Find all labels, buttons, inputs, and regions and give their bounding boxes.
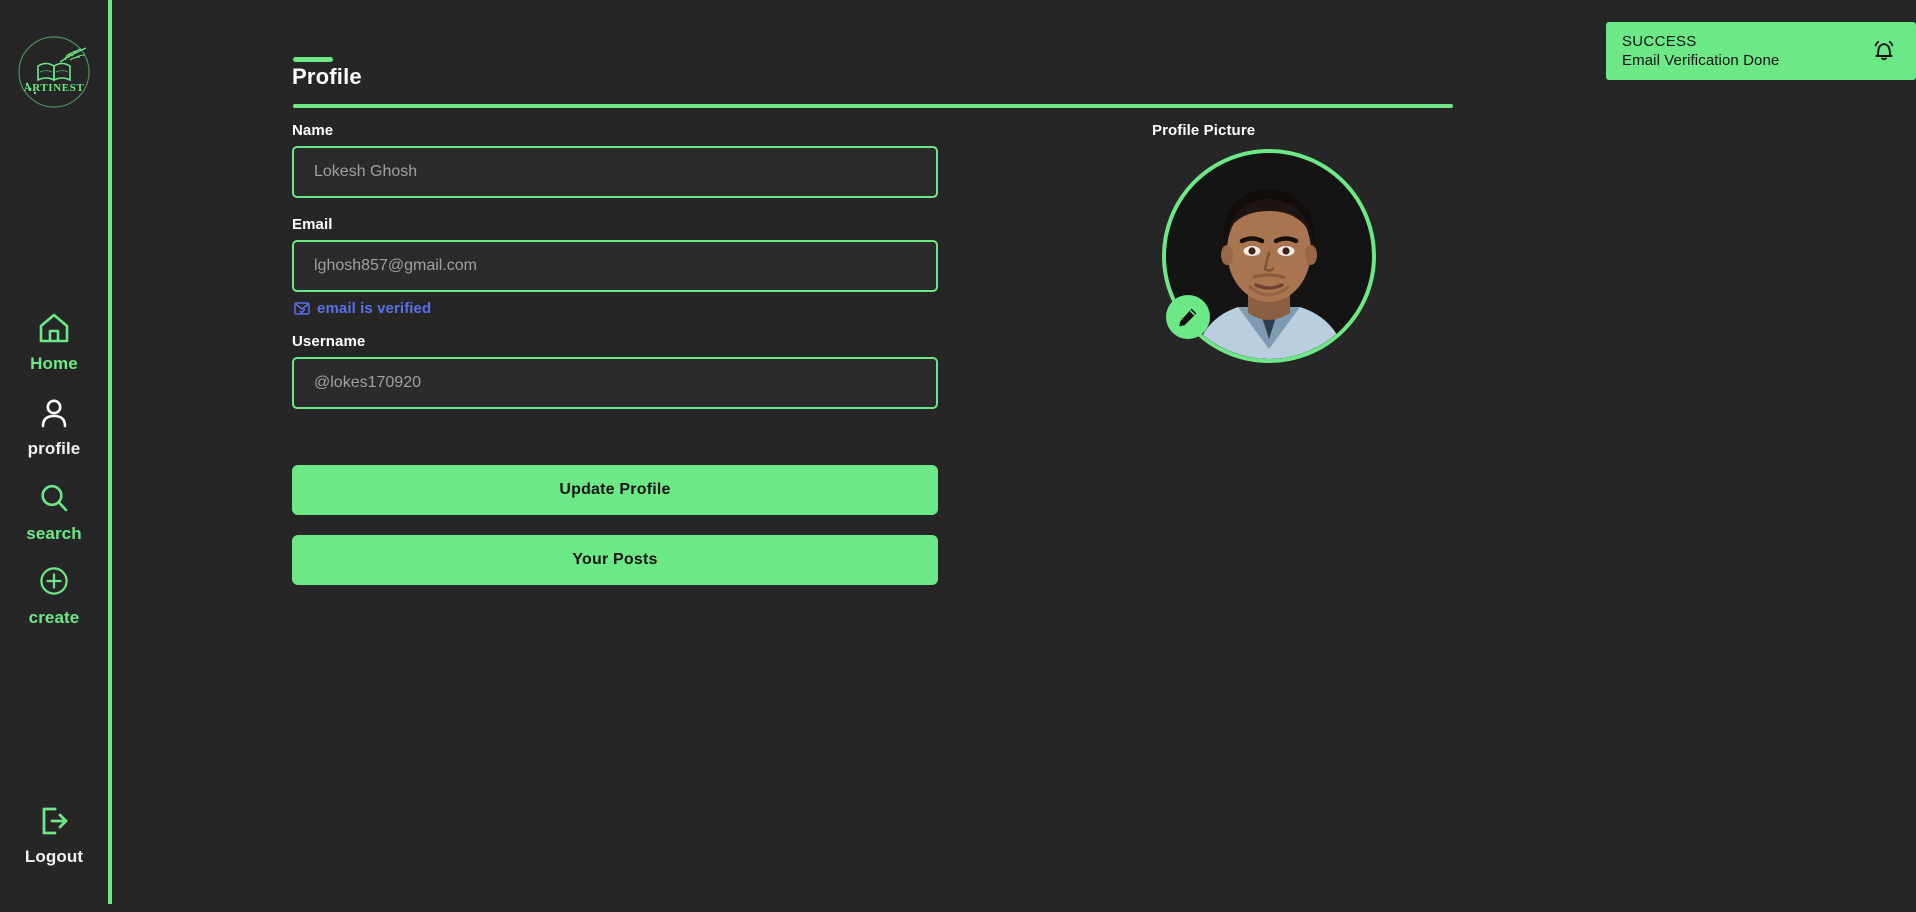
toast-title: SUCCESS [1622, 32, 1697, 50]
name-field-group: Name [292, 122, 938, 198]
page-title-rule [293, 104, 1453, 108]
sidebar: ARTINEST Home profile search create Logo… [0, 0, 112, 912]
your-posts-button[interactable]: Your Posts [292, 535, 938, 585]
sidebar-item-home[interactable]: Home [0, 312, 108, 374]
page-title: Profile [292, 64, 362, 89]
app-root: ARTINEST Home profile search create Logo… [0, 0, 1916, 912]
profile-picture-label: Profile Picture [1152, 122, 1256, 139]
sidebar-item-profile[interactable]: profile [0, 397, 108, 459]
avatar-wrapper [1162, 149, 1376, 363]
search-icon [0, 482, 108, 518]
user-icon [0, 397, 108, 433]
sidebar-item-logout[interactable]: Logout [0, 805, 108, 867]
success-toast[interactable]: SUCCESS Email Verification Done [1606, 22, 1916, 80]
page-title-accent-dash [293, 57, 333, 62]
artinest-logo[interactable]: ARTINEST [10, 28, 98, 116]
email-verified-label: email is verified [317, 300, 432, 317]
bell-ring-icon [1870, 37, 1898, 65]
toast-message: Email Verification Done [1622, 51, 1780, 69]
sidebar-item-label: Logout [24, 847, 84, 866]
email-label: Email [292, 216, 333, 233]
name-label: Name [292, 122, 334, 139]
sidebar-item-label: Home [30, 354, 78, 373]
name-input[interactable] [292, 146, 938, 198]
sidebar-item-label: search [26, 524, 82, 543]
email-verified-link[interactable]: email is verified [294, 300, 431, 317]
username-label: Username [292, 333, 366, 350]
sidebar-item-create[interactable]: create [0, 566, 108, 628]
logo-wordmark: ARTINEST [24, 82, 85, 94]
sidebar-item-label: create [28, 608, 80, 627]
sidebar-item-search[interactable]: search [0, 482, 108, 544]
envelope-check-icon [294, 301, 310, 316]
email-field-group: Email [292, 216, 938, 292]
toast-text: SUCCESS Email Verification Done [1622, 32, 1870, 71]
username-field-group: Username [292, 333, 938, 409]
sidebar-item-label: profile [27, 439, 81, 458]
plus-circle-icon [0, 566, 108, 602]
main-content: Profile Name Email email is ve [112, 0, 1916, 912]
edit-avatar-button[interactable] [1166, 295, 1210, 339]
profile-form: Name Email email is verified Usern [292, 122, 938, 585]
profile-picture-block: Profile Picture [1152, 122, 1412, 363]
username-input[interactable] [292, 357, 938, 409]
email-input[interactable] [292, 240, 938, 292]
logout-icon [0, 805, 108, 841]
home-icon [0, 312, 108, 348]
pencil-icon [1177, 306, 1199, 328]
update-profile-button[interactable]: Update Profile [292, 465, 938, 515]
